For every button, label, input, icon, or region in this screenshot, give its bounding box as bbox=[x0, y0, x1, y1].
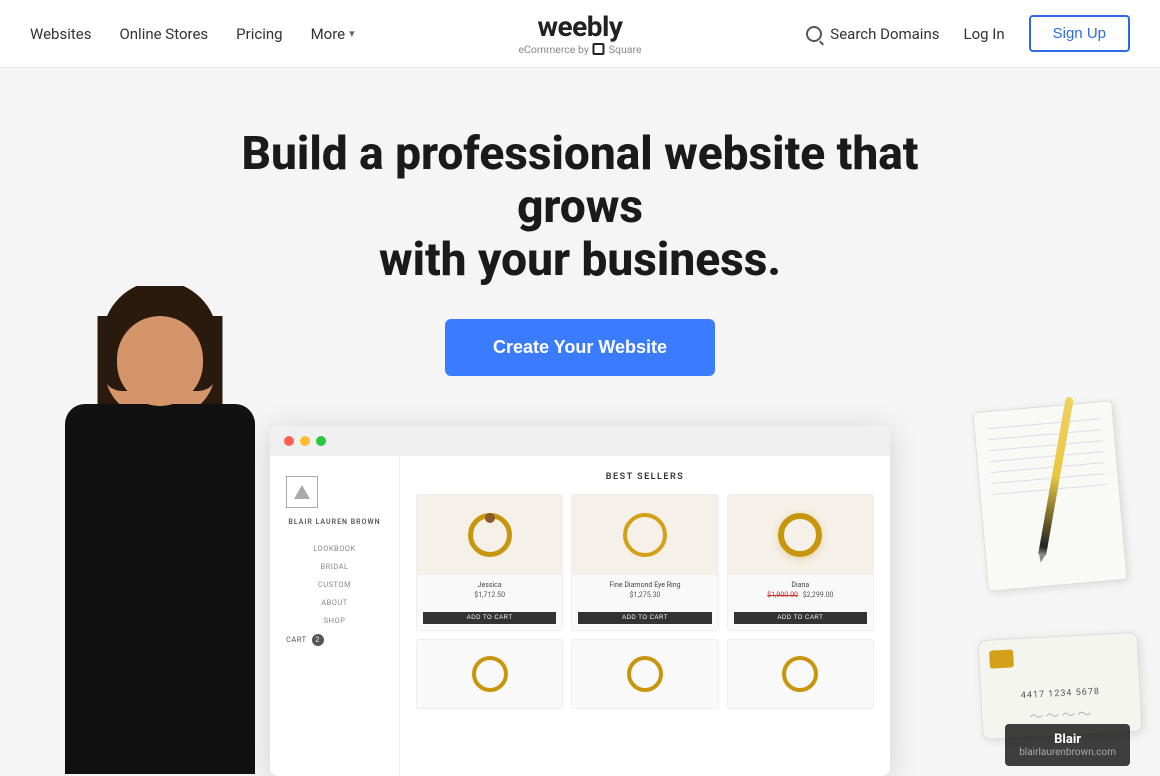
mockup-body: Blair Lauren Brown Lookbook Bridal Custo… bbox=[270, 456, 890, 776]
product-card-r2-2 bbox=[571, 639, 718, 709]
mockup-main-content: Best Sellers Jessica $1,712.50 bbox=[400, 456, 890, 776]
product-name-jessica: Jessica bbox=[423, 581, 556, 589]
search-domains-link[interactable]: Search Domains bbox=[806, 25, 939, 43]
product-info-diana: Diana $1,900.00 $2,299.00 Add to Cart bbox=[728, 575, 873, 630]
face bbox=[117, 316, 203, 406]
hero-section: Build a professional website that grows … bbox=[0, 68, 1160, 776]
login-link[interactable]: Log In bbox=[963, 25, 1004, 43]
search-icon bbox=[806, 26, 822, 42]
product-img-diana bbox=[728, 495, 873, 575]
product-name-diana: Diana bbox=[734, 581, 867, 589]
signup-button[interactable]: Sign Up bbox=[1029, 15, 1130, 52]
card-chip-icon bbox=[989, 649, 1014, 668]
headline-line2: with your business. bbox=[379, 233, 781, 287]
nav-pricing[interactable]: Pricing bbox=[236, 25, 282, 43]
search-domains-label: Search Domains bbox=[830, 25, 939, 43]
card-number: 4417 1234 5678 bbox=[991, 685, 1129, 702]
hero-bottom-area: Blair Lauren Brown Lookbook Bridal Custo… bbox=[20, 426, 1140, 776]
main-header: Websites Online Stores Pricing More ▾ we… bbox=[0, 0, 1160, 68]
logo-subtitle: eCommerce by Square bbox=[518, 43, 641, 55]
ring-small-icon-1 bbox=[472, 656, 508, 692]
product-price-diamond: $1,275.30 bbox=[578, 591, 711, 599]
header-right-actions: Search Domains Log In Sign Up bbox=[806, 15, 1130, 52]
body bbox=[65, 404, 255, 774]
cart-badge: 2 bbox=[312, 634, 324, 646]
website-mockup: Blair Lauren Brown Lookbook Bridal Custo… bbox=[270, 426, 890, 776]
ring-stone bbox=[485, 513, 495, 523]
notepad-line-6 bbox=[992, 473, 1106, 484]
product-img-diamond bbox=[572, 495, 717, 575]
notepad-line-2 bbox=[988, 429, 1102, 440]
product-price-new-diana: $2,299.00 bbox=[803, 591, 834, 599]
person-body bbox=[40, 286, 280, 776]
product-card-r2-3 bbox=[727, 639, 874, 709]
blair-url: blairlaurenbrown.com bbox=[1019, 747, 1116, 758]
square-icon bbox=[593, 43, 605, 55]
blair-name: Blair bbox=[1019, 732, 1116, 747]
ring-small-icon-2 bbox=[627, 656, 663, 692]
headline-line1: Build a professional website that grows bbox=[242, 127, 919, 234]
mockup-titlebar bbox=[270, 426, 890, 456]
product-img-jessica bbox=[417, 495, 562, 575]
products-grid-row1: Jessica $1,712.50 Add to Cart Fine D bbox=[416, 494, 874, 631]
product-info-diamond: Fine Diamond Eye Ring $1,275.30 Add to C… bbox=[572, 575, 717, 630]
product-card-diana: Diana $1,900.00 $2,299.00 Add to Cart bbox=[727, 494, 874, 631]
product-price-old-diana: $1,900.00 bbox=[767, 591, 798, 599]
nav-more[interactable]: More ▾ bbox=[311, 25, 355, 43]
logo[interactable]: weebly eCommerce by Square bbox=[518, 12, 641, 56]
nav-online-stores[interactable]: Online Stores bbox=[119, 25, 208, 43]
notepad-line-3 bbox=[989, 440, 1103, 451]
product-price-diana: $1,900.00 $2,299.00 bbox=[734, 591, 867, 599]
main-nav: Websites Online Stores Pricing More ▾ bbox=[30, 25, 355, 43]
hero-headline: Build a professional website that grows … bbox=[180, 128, 980, 287]
notepad-line-4 bbox=[990, 451, 1104, 462]
person-photo bbox=[20, 286, 310, 776]
add-to-cart-jessica[interactable]: Add to Cart bbox=[423, 612, 556, 624]
product-price-jessica: $1,712.50 bbox=[423, 591, 556, 599]
ring-gold-icon bbox=[778, 513, 822, 557]
ring-small-icon-3 bbox=[782, 656, 818, 692]
product-info-jessica: Jessica $1,712.50 Add to Cart bbox=[417, 575, 562, 630]
cta-button[interactable]: Create Your Website bbox=[445, 319, 715, 376]
products-grid-row2 bbox=[416, 639, 874, 709]
ring-gold-thin-icon bbox=[623, 513, 667, 557]
logo-text: weebly bbox=[537, 12, 622, 43]
product-card-diamond: Fine Diamond Eye Ring $1,275.30 Add to C… bbox=[571, 494, 718, 631]
nav-websites[interactable]: Websites bbox=[30, 25, 91, 43]
add-to-cart-diamond[interactable]: Add to Cart bbox=[578, 612, 711, 624]
product-card-jessica: Jessica $1,712.50 Add to Cart bbox=[416, 494, 563, 631]
notepad-line-5 bbox=[991, 462, 1105, 473]
notepad-line-1 bbox=[987, 418, 1101, 429]
add-to-cart-diana[interactable]: Add to Cart bbox=[734, 612, 867, 624]
dot-green bbox=[316, 436, 326, 446]
blair-badge: Blair blairlaurenbrown.com bbox=[1005, 724, 1130, 766]
best-sellers-label: Best Sellers bbox=[416, 472, 874, 482]
product-card-r2-1 bbox=[416, 639, 563, 709]
logo-sub-text: eCommerce by bbox=[518, 44, 588, 56]
right-illustration: 4417 1234 5678 Blair blairlaurenbrown.co… bbox=[920, 396, 1140, 776]
logo-square-text: Square bbox=[609, 44, 642, 56]
nav-more-label: More bbox=[311, 25, 346, 43]
ring-diamond-icon bbox=[468, 513, 512, 557]
chevron-down-icon: ▾ bbox=[349, 27, 355, 40]
product-name-diamond: Fine Diamond Eye Ring bbox=[578, 581, 711, 589]
